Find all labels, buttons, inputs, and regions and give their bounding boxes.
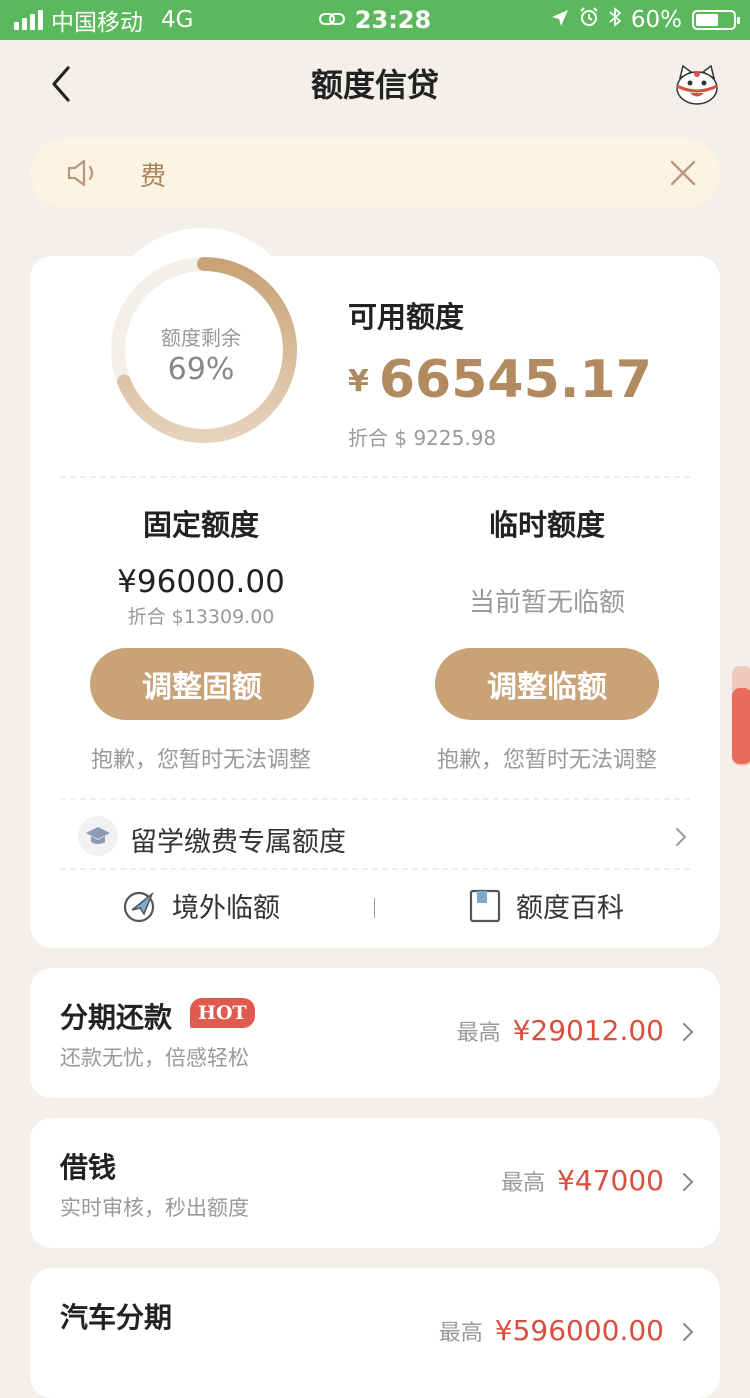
nav-bar: 额度信贷 <box>0 40 750 126</box>
overseas-temp-label: 境外临额 <box>172 893 280 924</box>
temporary-credit-title: 临时额度 <box>488 508 605 542</box>
book-icon <box>469 889 501 922</box>
fixed-adjust-note: 抱歉，您暂时无法调整 <box>90 748 311 773</box>
product-card-installment[interactable]: 分期还款 HOT 还款无忧，倍感轻松 最高 ¥29012.00 <box>30 968 720 1098</box>
mascot-avatar-button[interactable] <box>674 62 720 108</box>
max-value: ¥596000.00 <box>494 1314 664 1347</box>
status-right: 60% <box>551 0 740 40</box>
product-card-borrow[interactable]: 借钱 实时审核，秒出额度 最高 ¥47000 <box>30 1118 720 1248</box>
globe-plane-icon <box>123 891 155 922</box>
product-name: 汽车分期 <box>60 1301 173 1334</box>
max-value: ¥29012.00 <box>512 1014 664 1047</box>
chevron-right-icon <box>683 1023 694 1041</box>
currency-symbol: ¥ <box>348 364 369 399</box>
credit-wiki-link[interactable]: 额度百科 <box>468 886 624 925</box>
temporary-credit-column: 临时额度 当前暂无临额 <box>392 502 702 644</box>
chevron-right-icon <box>683 1173 694 1191</box>
status-bar: 中国移动 4G 23:28 60% <box>0 0 750 40</box>
close-notice-button[interactable] <box>668 158 698 188</box>
fixed-credit-column: 固定额度 ¥96000.00 折合 $13309.00 <box>46 502 356 629</box>
adjust-fixed-button[interactable]: 调整固额 <box>90 648 314 720</box>
hot-badge: HOT <box>190 998 255 1028</box>
product-card-car-loan[interactable]: 汽车分期 最高 ¥596000.00 <box>30 1268 720 1398</box>
available-amount-value: 66545.17 <box>378 350 652 410</box>
time-label: 23:28 <box>354 6 432 34</box>
speaker-icon <box>66 158 100 188</box>
location-icon <box>551 7 569 33</box>
graduation-cap-icon <box>78 816 118 856</box>
mascot-icon <box>676 64 718 105</box>
adjust-temporary-button[interactable]: 调整临额 <box>435 648 659 720</box>
bottom-links: 境外临额 额度百科 <box>30 886 720 930</box>
side-float-tab[interactable] <box>730 666 750 766</box>
page-title: 额度信贷 <box>310 66 439 104</box>
link-divider <box>374 898 375 918</box>
fixed-credit-title: 固定额度 <box>142 508 259 542</box>
product-subtitle: 实时审核，秒出额度 <box>60 1196 249 1220</box>
max-label: 最高 <box>438 1321 483 1346</box>
fixed-credit-amount: ¥96000.00 <box>117 564 285 600</box>
temporary-adjust-note: 抱歉，您暂时无法调整 <box>436 748 657 773</box>
max-value: ¥47000 <box>557 1164 664 1197</box>
overseas-temp-link[interactable]: 境外临额 <box>122 886 280 925</box>
product-subtitle: 还款无忧，倍感轻松 <box>60 1046 249 1070</box>
battery-fill <box>696 14 718 26</box>
product-max: 最高 ¥47000 <box>501 1164 664 1197</box>
credit-card-panel: 额度剩余 69% 可用额度 ¥66545.17 折合 $ 9225.98 固定额… <box>30 228 720 948</box>
link-icon <box>318 8 345 32</box>
study-abroad-label: 留学缴费专属额度 <box>130 827 346 858</box>
max-label: 最高 <box>456 1021 501 1046</box>
fixed-credit-usd: 折合 $13309.00 <box>127 606 275 628</box>
notice-text: 费 <box>140 162 167 192</box>
study-abroad-row[interactable]: 留学缴费专属额度 <box>78 816 688 860</box>
divider-dashed <box>60 476 690 478</box>
credit-wiki-label: 额度百科 <box>516 893 624 924</box>
product-max: 最高 ¥29012.00 <box>457 1014 664 1047</box>
notice-bar[interactable]: 费 <box>30 138 720 208</box>
divider-dashed <box>60 798 690 800</box>
available-credit-title: 可用额度 <box>348 300 465 334</box>
battery-percent: 60% <box>630 7 682 33</box>
side-badge-icon <box>732 666 750 766</box>
temporary-credit-none: 当前暂无临额 <box>468 588 625 618</box>
chevron-right-icon <box>676 828 687 846</box>
product-name: 分期还款 <box>60 1001 173 1034</box>
alarm-icon <box>579 7 599 33</box>
divider-dashed <box>60 868 690 870</box>
available-credit-amount: ¥66545.17 <box>348 350 652 410</box>
chevron-right-icon <box>683 1323 694 1341</box>
close-icon <box>670 160 696 186</box>
bluetooth-icon <box>609 7 622 33</box>
ring-label: 额度剩余 <box>161 326 241 350</box>
max-label: 最高 <box>501 1171 546 1196</box>
product-max: 最高 ¥596000.00 <box>439 1314 664 1347</box>
ring-value: 69% <box>167 352 235 387</box>
battery-icon <box>692 10 740 30</box>
available-usd: 折合 $ 9225.98 <box>348 426 497 450</box>
product-name: 借钱 <box>60 1151 117 1184</box>
